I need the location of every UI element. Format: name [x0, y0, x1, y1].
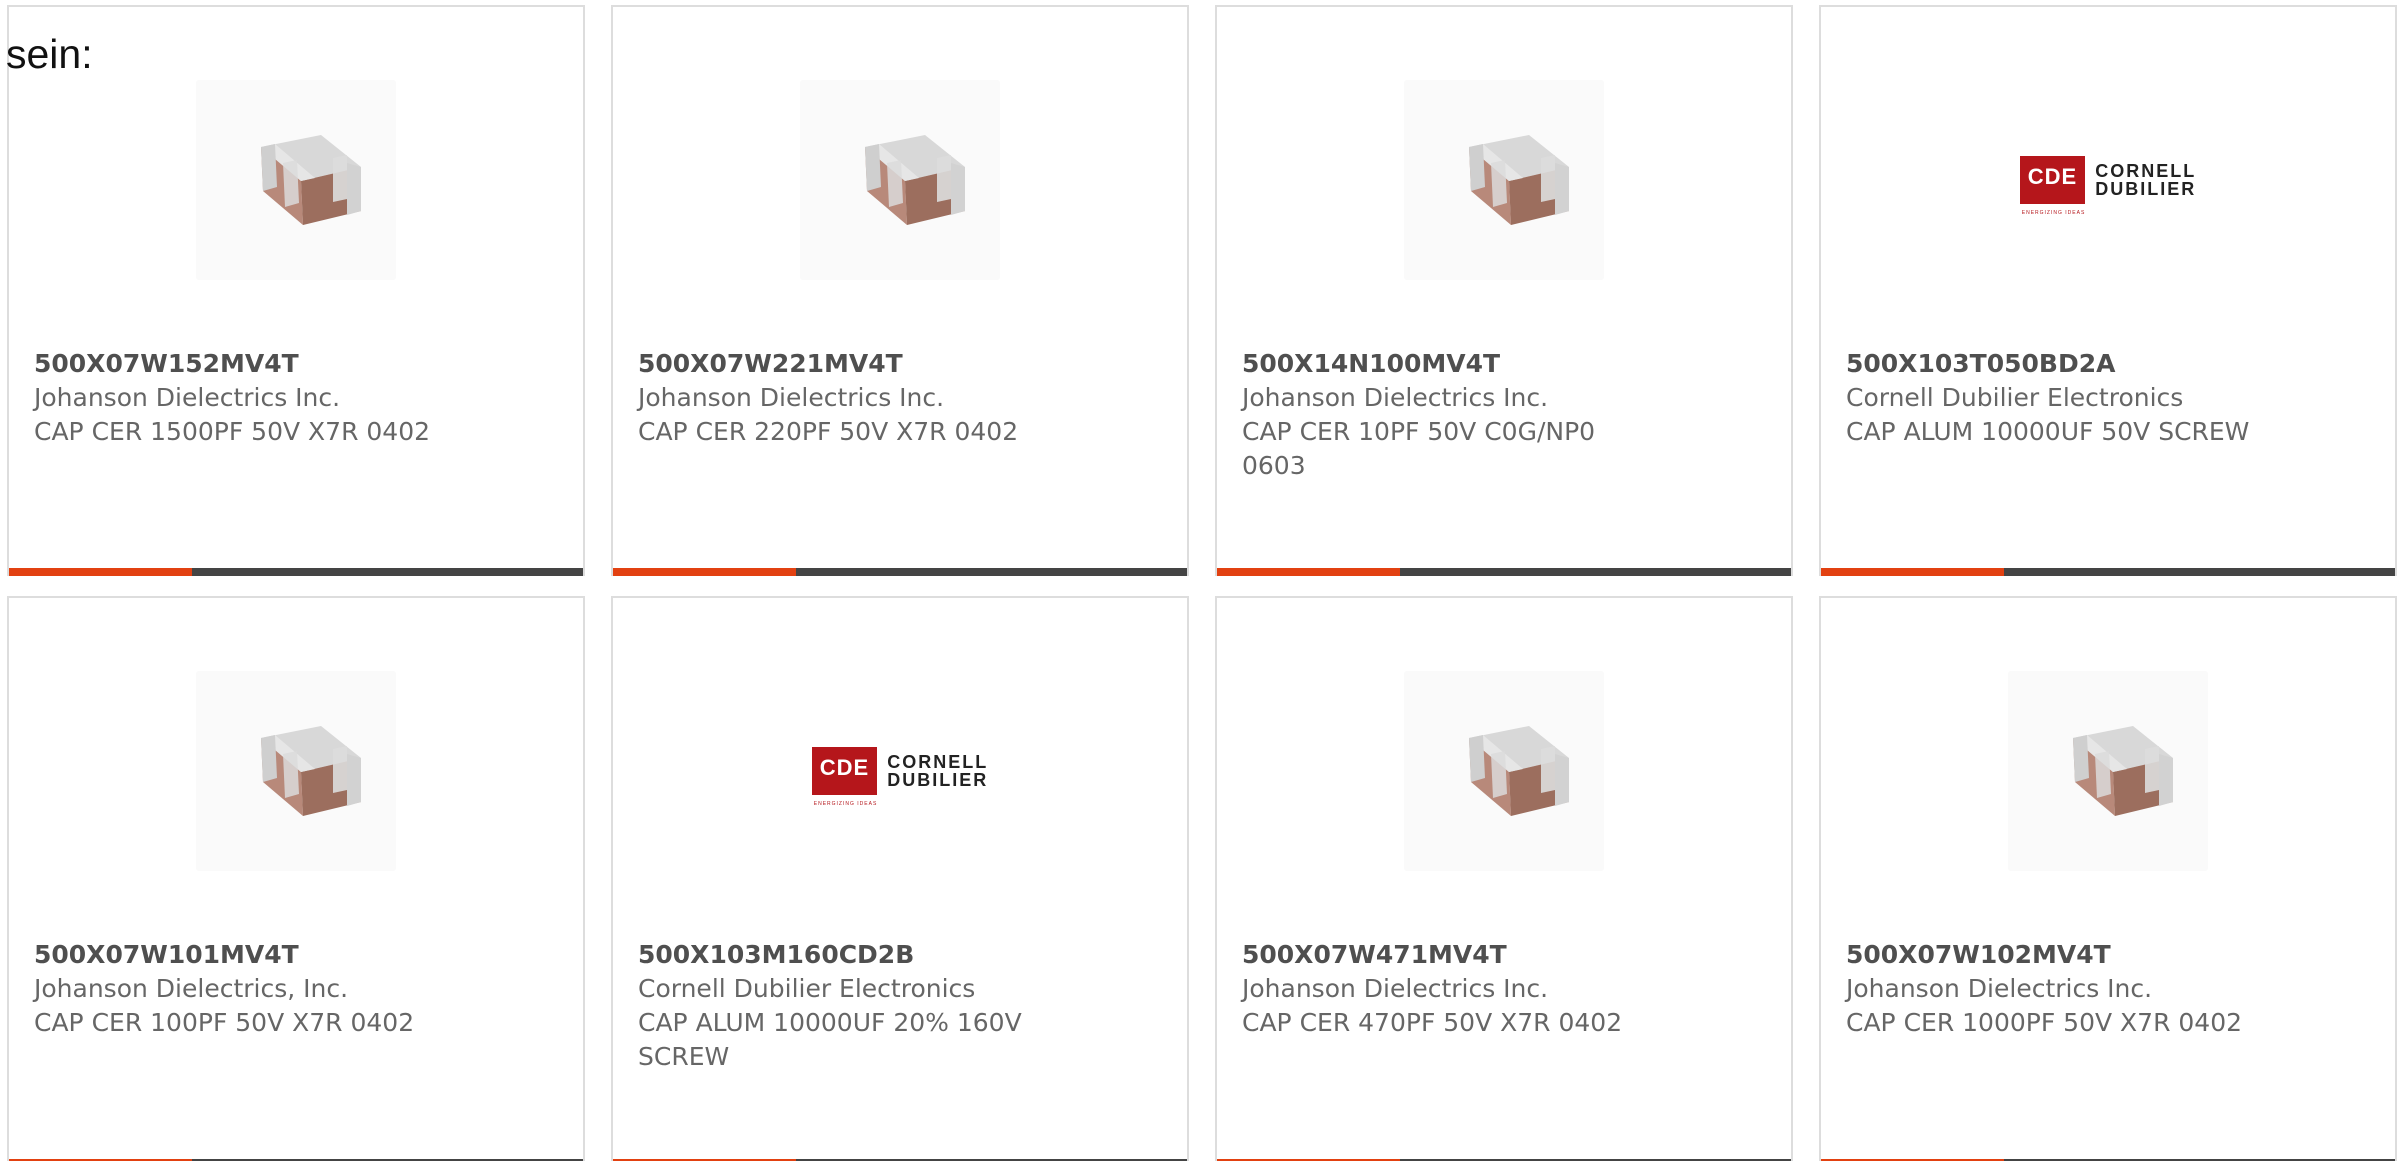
manufacturer-name: Johanson Dielectrics Inc.: [34, 383, 341, 412]
product-info: 500X103M160CD2B Cornell Dubilier Electron…: [638, 938, 1162, 1074]
product-description: CAP CER 10PF 50V C0G/NP0 0603: [1242, 417, 1596, 480]
part-number-link[interactable]: 500X07W221MV4T: [638, 347, 1162, 381]
manufacturer-name: Cornell Dubilier Electronics: [1846, 383, 2184, 412]
card-bottom-bar: [1217, 568, 1791, 576]
card-bottom-bar: [613, 568, 1187, 576]
card-accent-bar: [1217, 568, 1400, 576]
product-image[interactable]: [1404, 80, 1604, 280]
logo-tagline: ENERGIZING IDEAS: [2021, 210, 2086, 216]
product-card[interactable]: 500X07W102MV4T Johanson Dielectrics Inc. C…: [1819, 596, 2397, 1161]
part-number-link[interactable]: 500X07W471MV4T: [1242, 938, 1766, 972]
product-card[interactable]: 500X07W101MV4T Johanson Dielectrics, Inc.…: [7, 596, 585, 1161]
product-info: 500X07W471MV4T Johanson Dielectrics Inc. C…: [1242, 938, 1766, 1040]
product-card[interactable]: 500X14N100MV4T Johanson Dielectrics Inc. C…: [1215, 5, 1793, 576]
product-card[interactable]: 500X07W471MV4T Johanson Dielectrics Inc. C…: [1215, 596, 1793, 1161]
product-image[interactable]: [2008, 671, 2208, 871]
product-card[interactable]: CDE ENERGIZING IDEAS CORNELL DUBILIER 500X10…: [1819, 5, 2397, 576]
logo-badge: CDE: [819, 755, 870, 780]
part-number-link[interactable]: 500X103M160CD2B: [638, 938, 1162, 972]
part-number-link[interactable]: 500X14N100MV4T: [1242, 347, 1766, 381]
card-bottom-bar: [1821, 568, 2395, 576]
logo-line2: DUBILIER: [887, 770, 989, 790]
manufacturer-name: Cornell Dubilier Electronics: [638, 974, 976, 1003]
manufacturer-name: Johanson Dielectrics Inc.: [638, 383, 945, 412]
card-bottom-bar: [9, 568, 583, 576]
ceramic-capacitor-icon: [2073, 726, 2173, 816]
product-description: CAP ALUM 10000UF 20% 160V SCREW: [638, 1008, 1022, 1071]
logo-line1: CORNELL: [887, 752, 989, 772]
product-description: CAP CER 1500PF 50V X7R 0402: [34, 417, 431, 446]
product-description: CAP CER 470PF 50V X7R 0402: [1242, 1008, 1623, 1037]
product-description: CAP ALUM 10000UF 50V SCREW: [1846, 417, 2250, 446]
product-description: CAP CER 1000PF 50V X7R 0402: [1846, 1008, 2243, 1037]
manufacturer-name: Johanson Dielectrics Inc.: [1242, 383, 1549, 412]
product-card[interactable]: 500X07W221MV4T Johanson Dielectrics Inc. C…: [611, 5, 1189, 576]
manufacturer-name: Johanson Dielectrics Inc.: [1242, 974, 1549, 1003]
product-image[interactable]: [196, 80, 396, 280]
manufacturer-name: Johanson Dielectrics, Inc.: [34, 974, 349, 1003]
product-info: 500X07W102MV4T Johanson Dielectrics Inc. C…: [1846, 938, 2370, 1040]
logo-badge: CDE: [2027, 164, 2078, 189]
card-accent-bar: [9, 568, 192, 576]
ceramic-capacitor-icon: [1469, 135, 1569, 225]
product-image[interactable]: [800, 80, 1000, 280]
product-grid: 500X07W152MV4T Johanson Dielectrics Inc. C…: [0, 0, 2400, 1161]
product-info: 500X07W221MV4T Johanson Dielectrics Inc. C…: [638, 347, 1162, 449]
ceramic-capacitor-icon: [261, 135, 361, 225]
product-info: 500X103T050BD2A Cornell Dubilier Electron…: [1846, 347, 2370, 449]
product-description: CAP CER 100PF 50V X7R 0402: [34, 1008, 415, 1037]
product-description: CAP CER 220PF 50V X7R 0402: [638, 417, 1019, 446]
part-number-link[interactable]: 500X103T050BD2A: [1846, 347, 2370, 381]
card-accent-bar: [613, 568, 796, 576]
part-number-link[interactable]: 500X07W101MV4T: [34, 938, 558, 972]
logo-line2: DUBILIER: [2095, 179, 2197, 199]
product-info: 500X07W101MV4T Johanson Dielectrics, Inc.…: [34, 938, 558, 1040]
product-image[interactable]: CDE ENERGIZING IDEAS CORNELL DUBILIER: [2008, 80, 2208, 280]
part-number-link[interactable]: 500X07W152MV4T: [34, 347, 558, 381]
product-info: 500X14N100MV4T Johanson Dielectrics Inc. C…: [1242, 347, 1766, 483]
product-card[interactable]: 500X07W152MV4T Johanson Dielectrics Inc. C…: [7, 5, 585, 576]
intro-text: sein:: [6, 31, 93, 77]
ceramic-capacitor-icon: [261, 726, 361, 816]
product-image[interactable]: [1404, 671, 1604, 871]
product-info: 500X07W152MV4T Johanson Dielectrics Inc. C…: [34, 347, 558, 449]
ceramic-capacitor-icon: [865, 135, 965, 225]
cde-logo: CDE ENERGIZING IDEAS CORNELL DUBILIER: [2019, 156, 2197, 216]
manufacturer-name: Johanson Dielectrics Inc.: [1846, 974, 2153, 1003]
ceramic-capacitor-icon: [1469, 726, 1569, 816]
cde-logo: CDE ENERGIZING IDEAS CORNELL DUBILIER: [811, 747, 989, 807]
logo-line1: CORNELL: [2095, 161, 2197, 181]
product-card[interactable]: CDE ENERGIZING IDEAS CORNELL DUBILIER 500X10…: [611, 596, 1189, 1161]
product-image[interactable]: [196, 671, 396, 871]
logo-tagline: ENERGIZING IDEAS: [813, 801, 878, 807]
card-accent-bar: [1821, 568, 2004, 576]
product-image[interactable]: CDE ENERGIZING IDEAS CORNELL DUBILIER: [800, 671, 1000, 871]
part-number-link[interactable]: 500X07W102MV4T: [1846, 938, 2370, 972]
